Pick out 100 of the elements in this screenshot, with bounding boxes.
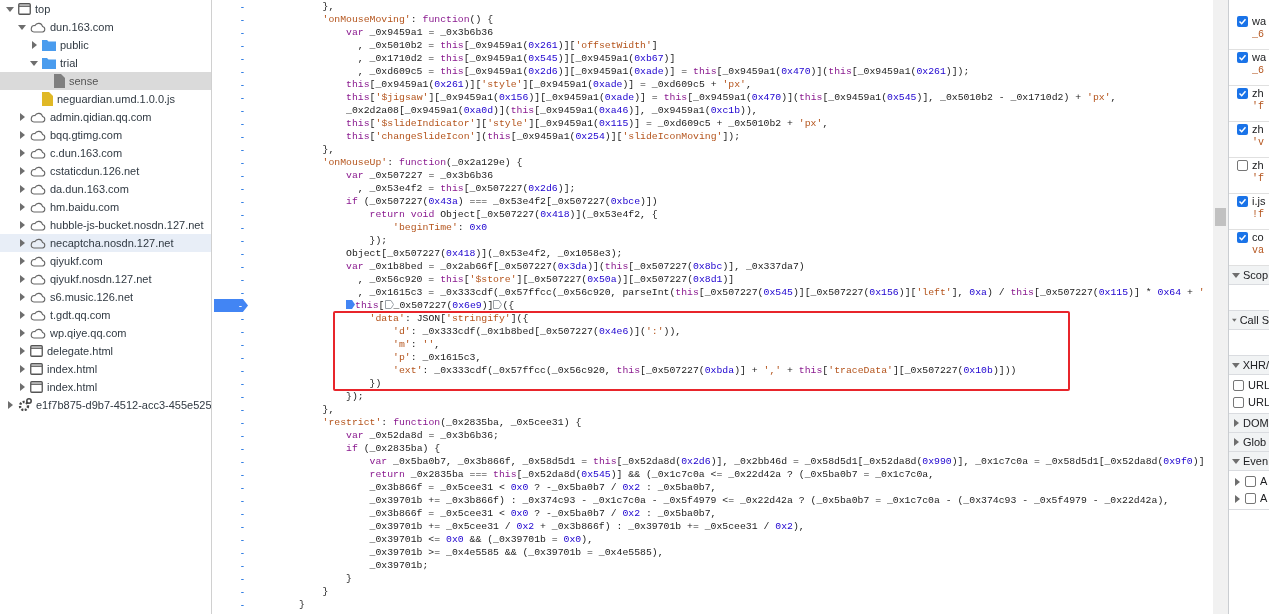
collapse-arrow-icon[interactable] [1232,361,1240,369]
checkbox[interactable] [1237,52,1248,63]
expand-arrow-icon[interactable] [17,203,26,211]
line-marker[interactable]: - [240,533,244,546]
line-marker[interactable]: - [240,52,244,65]
expand-arrow-icon[interactable] [5,401,14,409]
section-header[interactable]: XHR/ [1229,356,1269,375]
tree-item[interactable]: t.gdt.qq.com [0,306,211,324]
section-header[interactable]: Scop [1229,266,1269,285]
line-marker[interactable]: - [240,260,244,273]
tree-item[interactable]: hm.baidu.com [0,198,211,216]
collapse-arrow-icon[interactable] [17,23,26,31]
checkbox[interactable] [1237,88,1248,99]
tree-item[interactable]: s6.music.126.net [0,288,211,306]
section-header[interactable]: Even [1229,452,1269,471]
inline-breakpoint-icon[interactable] [346,300,356,309]
expand-arrow-icon[interactable] [17,293,26,301]
line-marker[interactable]: - [240,312,244,325]
checkbox[interactable] [1245,493,1256,504]
expand-arrow-icon[interactable] [1232,438,1240,446]
expand-arrow-icon[interactable] [17,365,26,373]
tree-item[interactable]: qiyukf.com [0,252,211,270]
expand-arrow-icon[interactable] [17,149,26,157]
line-marker[interactable]: - [240,273,244,286]
line-marker[interactable]: - [240,507,244,520]
expand-arrow-icon[interactable] [1233,494,1241,503]
scrollbar-thumb[interactable] [1215,208,1226,226]
line-marker[interactable]: - [240,0,244,13]
collapse-arrow-icon[interactable] [1232,316,1237,324]
expand-arrow-icon[interactable] [1233,477,1241,486]
line-marker[interactable]: - [240,364,244,377]
tree-item[interactable]: index.html [0,378,211,396]
line-marker[interactable]: - [240,416,244,429]
collapse-arrow-icon[interactable] [29,59,38,67]
tree-item[interactable]: delegate.html [0,342,211,360]
line-marker[interactable]: - [240,338,244,351]
line-marker[interactable]: - [240,520,244,533]
line-marker[interactable]: - [240,546,244,559]
expand-arrow-icon[interactable] [17,167,26,175]
tree-item[interactable]: c.dun.163.com [0,144,211,162]
collapse-arrow-icon[interactable] [1232,271,1240,279]
tree-item[interactable]: hubble-js-bucket.nosdn.127.net [0,216,211,234]
tree-item[interactable]: e1f7b875-d9b7-4512-acc3-455e525 [0,396,211,414]
tree-item[interactable]: necaptcha.nosdn.127.net [0,234,211,252]
expand-arrow-icon[interactable] [17,257,26,265]
line-marker[interactable]: - [240,390,244,403]
expand-arrow-icon[interactable] [17,275,26,283]
line-marker[interactable]: - [240,442,244,455]
tree-item[interactable]: public [0,36,211,54]
tree-item[interactable]: index.html [0,360,211,378]
line-marker[interactable]: - [240,91,244,104]
inline-breakpoint-icon[interactable] [384,300,394,309]
checkbox[interactable] [1237,124,1248,135]
line-marker[interactable]: - [240,169,244,182]
line-marker[interactable]: - [240,221,244,234]
inline-breakpoint-icon[interactable] [493,300,503,309]
line-marker[interactable]: - [240,65,244,78]
line-marker[interactable]: - [240,481,244,494]
line-marker[interactable]: - [240,26,244,39]
tree-item[interactable]: wp.qiye.qq.com [0,324,211,342]
section-header[interactable]: Glob [1229,433,1269,452]
collapse-arrow-icon[interactable] [1232,457,1240,465]
breakpoint-marker[interactable]: - [214,299,248,312]
line-marker[interactable]: - [240,468,244,481]
section-header[interactable]: Call S [1229,311,1269,330]
line-marker[interactable]: - [240,572,244,585]
line-marker[interactable]: - [240,325,244,338]
line-marker[interactable]: - [240,13,244,26]
line-marker[interactable]: - [240,455,244,468]
line-marker[interactable]: - [240,117,244,130]
line-marker[interactable]: - [240,234,244,247]
tree-item[interactable]: admin.qidian.qq.com [0,108,211,126]
tree-item[interactable]: dun.163.com [0,18,211,36]
section-header[interactable]: DOM [1229,414,1269,433]
line-marker[interactable]: - [240,286,244,299]
tree-item[interactable]: bqq.gtimg.com [0,126,211,144]
line-marker[interactable]: - [240,104,244,117]
checkbox[interactable] [1245,476,1256,487]
tree-item[interactable]: qiyukf.nosdn.127.net [0,270,211,288]
line-marker[interactable]: - [240,403,244,416]
line-marker[interactable]: - [240,559,244,572]
line-marker[interactable]: - [240,130,244,143]
line-marker[interactable]: - [240,429,244,442]
expand-arrow-icon[interactable] [17,221,26,229]
line-marker[interactable]: - [240,598,244,611]
expand-arrow-icon[interactable] [29,41,38,49]
expand-arrow-icon[interactable] [17,185,26,193]
tree-item[interactable]: top [0,0,211,18]
checkbox[interactable] [1237,160,1248,171]
expand-arrow-icon[interactable] [17,347,26,355]
checkbox[interactable] [1237,16,1248,27]
expand-arrow-icon[interactable] [17,113,26,121]
line-marker[interactable]: - [240,351,244,364]
expand-arrow-icon[interactable] [17,383,26,391]
expand-arrow-icon[interactable] [17,239,26,247]
expand-arrow-icon[interactable] [17,131,26,139]
tree-item[interactable]: trial [0,54,211,72]
tree-item[interactable]: neguardian.umd.1.0.0.js [0,90,211,108]
expand-arrow-icon[interactable] [17,329,26,337]
line-marker[interactable]: - [240,39,244,52]
